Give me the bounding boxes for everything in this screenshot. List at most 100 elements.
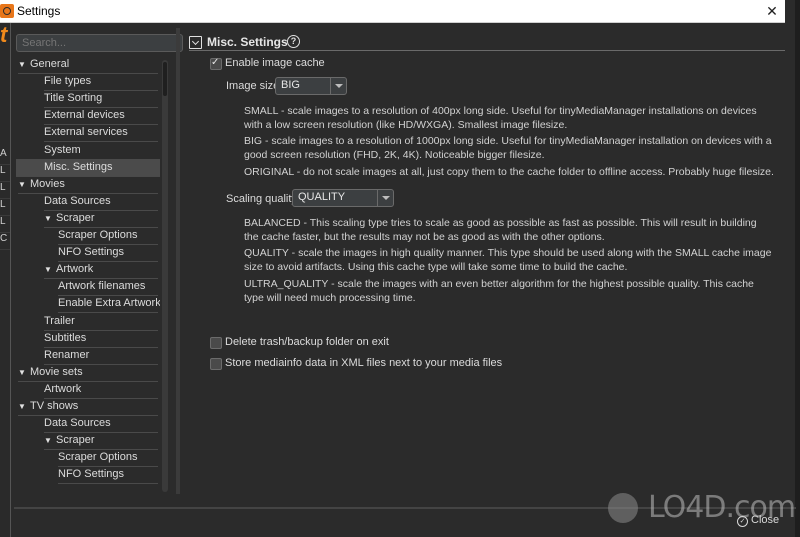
nav-item-label: Subtitles xyxy=(44,331,87,344)
nav-item[interactable]: External services xyxy=(44,124,158,143)
nav-item-label: NFO Settings xyxy=(58,246,125,259)
nav-item[interactable]: File types xyxy=(44,73,158,92)
delete-trash-label: Delete trash/backup folder on exit xyxy=(225,336,389,348)
background-row: L xyxy=(0,182,10,199)
nav-item-label: Misc. Settings xyxy=(44,160,113,173)
nav-item-label: Artwork xyxy=(56,263,94,276)
chevron-down-icon[interactable] xyxy=(330,78,346,94)
scaling-desc-ultra-quality: ULTRA_QUALITY - scale the images with an… xyxy=(244,278,754,304)
checkbox-checked-icon[interactable] xyxy=(210,57,222,70)
nav-item[interactable]: Enable Extra Artwork xyxy=(58,295,160,314)
nav-item[interactable]: NFO Settings xyxy=(58,244,158,263)
nav-item-label: Scraper Options xyxy=(58,451,138,464)
scaling-quality-select[interactable]: QUALITY xyxy=(292,189,394,207)
section-title: Misc. Settings xyxy=(207,35,288,49)
checkbox-unchecked-icon[interactable] xyxy=(210,358,222,370)
nav-item-label: NFO Settings xyxy=(58,468,125,481)
image-size-desc-small: SMALL - scale images to a resolution of … xyxy=(244,105,757,131)
window-close-button[interactable]: ✕ xyxy=(763,2,781,20)
background-row: L xyxy=(0,216,10,233)
expand-triangle-icon[interactable]: ▼ xyxy=(44,262,56,278)
nav-item-label: External services xyxy=(44,126,128,139)
expand-triangle-icon[interactable]: ▼ xyxy=(44,433,56,449)
nav-item-label: Artwork filenames xyxy=(58,280,146,293)
nav-item-label: Scraper xyxy=(56,211,95,224)
nav-item-label: Data Sources xyxy=(44,194,111,207)
chevron-down-icon[interactable] xyxy=(377,190,393,206)
nav-item[interactable]: External devices xyxy=(44,107,158,126)
image-size-label: Image size xyxy=(226,80,280,92)
expand-triangle-icon[interactable]: ▼ xyxy=(18,177,30,193)
nav-item[interactable]: Subtitles xyxy=(44,330,158,348)
search-input[interactable] xyxy=(16,34,183,52)
scaling-quality-value: QUALITY xyxy=(298,191,346,203)
nav-item[interactable]: Artwork xyxy=(44,381,158,399)
nav-item-label: Movie sets xyxy=(30,365,83,378)
scaling-desc-balanced: BALANCED - This scaling type tries to sc… xyxy=(244,217,757,243)
nav-item[interactable]: Title Sorting xyxy=(44,90,158,109)
nav-item-label: Renamer xyxy=(44,348,90,361)
nav-item[interactable]: Data Sources xyxy=(44,415,158,434)
split-pane-divider[interactable] xyxy=(176,28,180,494)
nav-item-label: Artwork xyxy=(44,382,82,395)
background-row: A xyxy=(0,148,10,165)
background-row: L xyxy=(0,199,10,216)
footer-divider xyxy=(14,507,796,509)
store-mediainfo-label: Store mediainfo data in XML files next t… xyxy=(225,357,503,369)
expand-triangle-icon[interactable]: ▼ xyxy=(44,211,56,227)
nav-item-label: Trailer xyxy=(44,314,75,327)
background-app-strip: t A L L L L C xyxy=(0,22,10,537)
close-button[interactable]: ✓ Close xyxy=(733,512,783,528)
image-size-value: BIG xyxy=(281,79,300,91)
nav-item[interactable]: System xyxy=(44,142,158,160)
scaling-desc-quality: QUALITY - scale the images in high quali… xyxy=(244,247,772,273)
close-button-label: Close xyxy=(751,514,780,526)
nav-item[interactable]: ▼ Scraper xyxy=(44,210,158,228)
image-size-select[interactable]: BIG xyxy=(275,77,347,95)
nav-item-label: Movies xyxy=(30,177,65,190)
scaling-quality-label: Scaling quality xyxy=(226,193,297,205)
nav-item[interactable]: Artwork filenames xyxy=(58,278,158,297)
nav-item[interactable]: Data Sources xyxy=(44,193,158,211)
nav-item-label: Enable Extra Artwork xyxy=(58,297,160,310)
nav-item-label: Scraper Options xyxy=(58,229,138,241)
nav-item[interactable]: NFO Settings xyxy=(58,466,158,485)
nav-item[interactable]: Scraper Options xyxy=(58,227,158,245)
expand-triangle-icon[interactable]: ▼ xyxy=(18,399,30,415)
nav-item[interactable]: ▼ Scraper xyxy=(44,432,158,451)
nav-item-label: TV shows xyxy=(30,400,79,412)
nav-item-label: Data Sources xyxy=(44,417,111,430)
expand-triangle-icon[interactable]: ▼ xyxy=(18,57,30,73)
nav-item[interactable]: ▼ Artwork xyxy=(44,261,158,280)
nav-item[interactable]: Scraper Options xyxy=(58,449,158,468)
nav-item-label: General xyxy=(30,58,70,70)
nav-item-label: Title Sorting xyxy=(44,92,103,105)
settings-nav-tree: ▼ General File types Title Sorting External … xyxy=(10,56,160,496)
nav-scrollbar-track[interactable] xyxy=(162,60,168,492)
background-row: C xyxy=(0,233,10,250)
check-icon: ✓ xyxy=(737,516,748,527)
background-app-edge xyxy=(795,0,800,537)
nav-item[interactable]: ▼ Movie sets xyxy=(18,364,158,382)
nav-item[interactable]: Renamer xyxy=(44,347,158,365)
background-row: L xyxy=(0,165,10,182)
checkbox-unchecked-icon[interactable] xyxy=(210,337,222,349)
nav-item-label: Scraper xyxy=(56,434,95,447)
nav-item[interactable]: ▼ General xyxy=(18,56,158,74)
app-icon xyxy=(0,4,14,18)
nav-item-label: System xyxy=(44,143,81,156)
nav-item-label: External devices xyxy=(44,109,125,122)
nav-item[interactable]: ▼ TV shows xyxy=(18,398,158,416)
background-app-logo: t xyxy=(0,22,8,47)
nav-item[interactable]: Trailer xyxy=(44,313,158,331)
nav-item[interactable]: Misc. Settings xyxy=(16,158,160,177)
expand-triangle-icon[interactable]: ▼ xyxy=(18,365,30,381)
section-divider xyxy=(189,50,785,51)
title-bar: Settings ✕ xyxy=(0,0,785,23)
nav-scrollbar-thumb[interactable] xyxy=(163,62,167,96)
nav-item[interactable]: ▼ Movies xyxy=(18,176,158,194)
image-size-desc-big: BIG - scale images to a resolution of 10… xyxy=(244,135,772,161)
help-icon[interactable]: ? xyxy=(287,35,300,48)
nav-item-label: File types xyxy=(44,75,92,88)
collapse-icon[interactable] xyxy=(189,36,202,49)
